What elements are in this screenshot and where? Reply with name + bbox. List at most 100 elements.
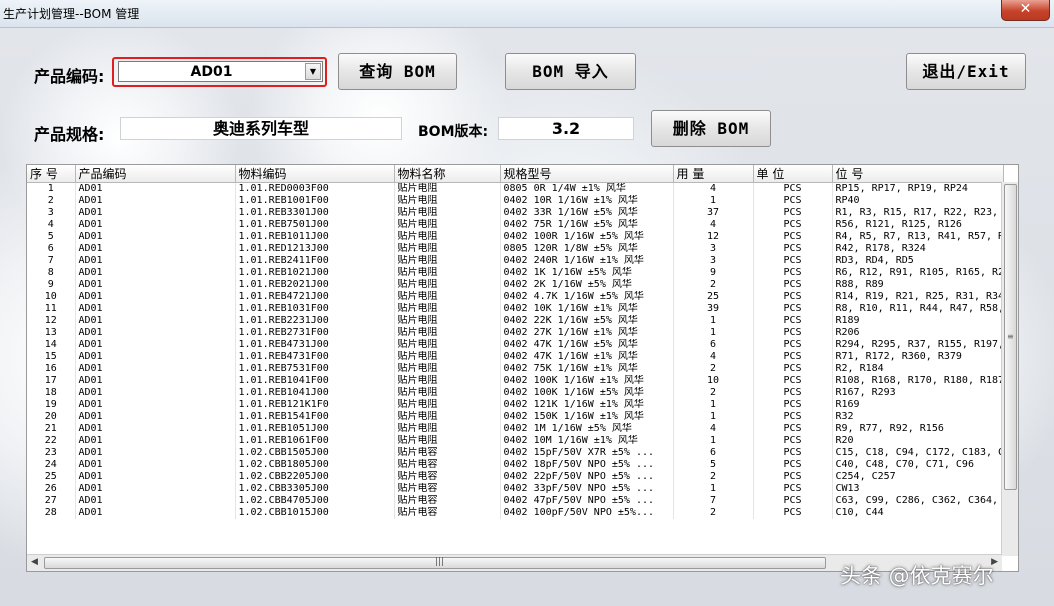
table-cell: 0402 4.7K 1/16W ±5% 风华: [500, 291, 674, 303]
table-cell: 28: [27, 507, 76, 519]
table-row[interactable]: 23 AD01 1.02.CBB1505J00 贴片电容 0402 15pF/50V X…: [27, 447, 1004, 459]
bom-import-button[interactable]: BOM 导入: [505, 53, 636, 90]
scroll-left-icon[interactable]: ◀: [31, 557, 38, 567]
table-cell: R169: [832, 399, 1004, 411]
table-cell: C63, C99, C286, C362, C364, R36: [832, 495, 1004, 507]
table-cell: PCS: [753, 279, 833, 291]
table-cell: RD3, RD4, RD5: [832, 255, 1004, 267]
table-cell: 1.01.REB4731J00: [235, 339, 395, 351]
column-header[interactable]: 产品编码: [75, 165, 236, 183]
table-cell: AD01: [75, 219, 236, 231]
table-cell: 0402 10M 1/16W ±1% 风华: [500, 435, 674, 447]
table-cell: 贴片电容: [394, 507, 501, 519]
table-row[interactable]: 13 AD01 1.01.REB2731F00 贴片电阻 0402 27K 1/16W …: [27, 327, 1004, 339]
table-cell: 0402 47K 1/16W ±5% 风华: [500, 339, 674, 351]
chevron-down-icon[interactable]: ▼: [305, 63, 321, 80]
table-row[interactable]: 10 AD01 1.01.REB4721J00 贴片电阻 0402 4.7K 1/16W…: [27, 291, 1004, 303]
table-row[interactable]: 14 AD01 1.01.REB4731J00 贴片电阻 0402 47K 1/16W …: [27, 339, 1004, 351]
table-row[interactable]: 12 AD01 1.01.REB2231J00 贴片电阻 0402 22K 1/16W …: [27, 315, 1004, 327]
column-header[interactable]: 物料编码: [235, 165, 395, 183]
bom-version-label: BOM版本:: [418, 124, 489, 140]
table-cell: 1.02.CBB3305J00: [235, 483, 395, 495]
table-row[interactable]: 22 AD01 1.01.REB1061F00 贴片电阻 0402 10M 1/16W …: [27, 435, 1004, 447]
column-header[interactable]: 单 位: [753, 165, 833, 183]
table-cell: AD01: [75, 255, 236, 267]
product-code-select[interactable]: AD01 ▼: [118, 61, 323, 82]
table-row[interactable]: 5 AD01 1.01.REB1011J00 贴片电阻 0402 100R 1/16W …: [27, 231, 1004, 243]
vertical-scrollbar[interactable]: ≡: [1001, 182, 1018, 556]
bom-grid[interactable]: 序 号产品编码 物料编码 物料名称 规格型号用 量单 位位 号 1 AD01 1.01.R…: [26, 164, 1019, 572]
table-row[interactable]: 6 AD01 1.01.RED1213J00 贴片电阻 0805 120R 1/8W ±…: [27, 243, 1004, 255]
table-cell: 4: [673, 423, 754, 435]
table-cell: PCS: [753, 231, 833, 243]
table-row[interactable]: 18 AD01 1.01.REB1041J00 贴片电阻 0402 100K 1/16W…: [27, 387, 1004, 399]
table-row[interactable]: 28 AD01 1.02.CBB1015J00 贴片电容 0402 100pF/50V …: [27, 507, 1004, 519]
column-header[interactable]: 物料名称: [394, 165, 501, 183]
window-close-button[interactable]: ✕: [1001, 0, 1050, 21]
table-row[interactable]: 9 AD01 1.01.REB2021J00 贴片电阻 0402 2K 1/16W ±5…: [27, 279, 1004, 291]
table-cell: 4: [673, 351, 754, 363]
table-cell: 1.02.CBB1015J00: [235, 507, 395, 519]
query-bom-button[interactable]: 查询 BOM: [338, 53, 457, 90]
table-cell: 4: [673, 219, 754, 231]
table-cell: 6: [673, 447, 754, 459]
table-cell: 2: [673, 507, 754, 519]
product-spec-field: 奥迪系列车型: [120, 117, 402, 140]
table-cell: 37: [673, 207, 754, 219]
table-row[interactable]: 16 AD01 1.01.REB7531F00 贴片电阻 0402 75K 1/16W …: [27, 363, 1004, 375]
table-row[interactable]: 4 AD01 1.01.REB7501J00 贴片电阻 0402 75R 1/16W ±…: [27, 219, 1004, 231]
table-cell: AD01: [75, 195, 236, 207]
table-cell: AD01: [75, 339, 236, 351]
table-row[interactable]: 25 AD01 1.02.CBB2205J00 贴片电容 0402 22pF/50V N…: [27, 471, 1004, 483]
column-header[interactable]: 用 量: [673, 165, 754, 183]
column-header[interactable]: 位 号: [832, 165, 1004, 183]
table-cell: PCS: [753, 363, 833, 375]
table-cell: 6: [27, 243, 76, 255]
table-cell: 13: [27, 327, 76, 339]
table-cell: AD01: [75, 327, 236, 339]
table-cell: 1.01.REB1001F00: [235, 195, 395, 207]
table-cell: 0402 1K 1/16W ±5% 风华: [500, 267, 674, 279]
table-cell: 贴片电阻: [394, 291, 501, 303]
table-row[interactable]: 24 AD01 1.02.CBB1805J00 贴片电容 0402 18pF/50V N…: [27, 459, 1004, 471]
table-row[interactable]: 8 AD01 1.01.REB1021J00 贴片电阻 0402 1K 1/16W ±5…: [27, 267, 1004, 279]
table-cell: 14: [27, 339, 76, 351]
table-row[interactable]: 27 AD01 1.02.CBB4705J00 贴片电容 0402 47pF/50V N…: [27, 495, 1004, 507]
table-cell: PCS: [753, 267, 833, 279]
table-row[interactable]: 17 AD01 1.01.REB1041F00 贴片电阻 0402 100K 1/16W…: [27, 375, 1004, 387]
table-cell: CW13: [832, 483, 1004, 495]
delete-bom-button[interactable]: 删除 BOM: [651, 110, 771, 147]
table-cell: PCS: [753, 447, 833, 459]
column-header[interactable]: 序 号: [27, 165, 76, 183]
exit-button[interactable]: 退出/Exit: [906, 53, 1026, 90]
table-cell: 1.01.REB121K1F0: [235, 399, 395, 411]
table-row[interactable]: 11 AD01 1.01.REB1031F00 贴片电阻 0402 10K 1/16W …: [27, 303, 1004, 315]
table-cell: R294, R295, R37, R155, R197, R3: [832, 339, 1004, 351]
table-cell: 21: [27, 423, 76, 435]
table-cell: 1.01.REB2231J00: [235, 315, 395, 327]
table-row[interactable]: 1 AD01 1.01.RED0003F00 贴片电阻 0805 0R 1/4W ±1%…: [27, 182, 1004, 195]
table-row[interactable]: 3 AD01 1.01.REB3301J00 贴片电阻 0402 33R 1/16W ±…: [27, 207, 1004, 219]
column-header[interactable]: 规格型号: [500, 165, 674, 183]
table-row[interactable]: 2 AD01 1.01.REB1001F00 贴片电阻 0402 10R 1/16W ±…: [27, 195, 1004, 207]
table-cell: 39: [673, 303, 754, 315]
table-cell: PCS: [753, 303, 833, 315]
table-row[interactable]: 20 AD01 1.01.REB1541F00 贴片电阻 0402 150K 1/16W…: [27, 411, 1004, 423]
table-cell: 贴片电阻: [394, 327, 501, 339]
table-cell: 0402 15pF/50V X7R ±5% ...: [500, 447, 674, 459]
table-cell: 0402 100K 1/16W ±1% 风华: [500, 375, 674, 387]
table-cell: 1.01.REB7531F00: [235, 363, 395, 375]
table-row[interactable]: 7 AD01 1.01.REB2411F00 贴片电阻 0402 240R 1/16W …: [27, 255, 1004, 267]
table-row[interactable]: 19 AD01 1.01.REB121K1F0 贴片电阻 0402 121K 1/16W…: [27, 399, 1004, 411]
table-row[interactable]: 15 AD01 1.01.REB4731F00 贴片电阻 0402 47K 1/16W …: [27, 351, 1004, 363]
table-cell: AD01: [75, 375, 236, 387]
table-cell: 0402 18pF/50V NPO ±5% ...: [500, 459, 674, 471]
table-cell: R6, R12, R91, R105, R165, R217,: [832, 267, 1004, 279]
horizontal-scroll-thumb[interactable]: |||: [44, 557, 826, 569]
table-cell: AD01: [75, 351, 236, 363]
product-spec-label: 产品规格:: [34, 125, 105, 144]
table-row[interactable]: 26 AD01 1.02.CBB3305J00 贴片电容 0402 33pF/50V N…: [27, 483, 1004, 495]
table-row[interactable]: 21 AD01 1.01.REB1051J00 贴片电阻 0402 1M 1/16W ±…: [27, 423, 1004, 435]
table-cell: 11: [27, 303, 76, 315]
table-cell: 1.01.REB2021J00: [235, 279, 395, 291]
